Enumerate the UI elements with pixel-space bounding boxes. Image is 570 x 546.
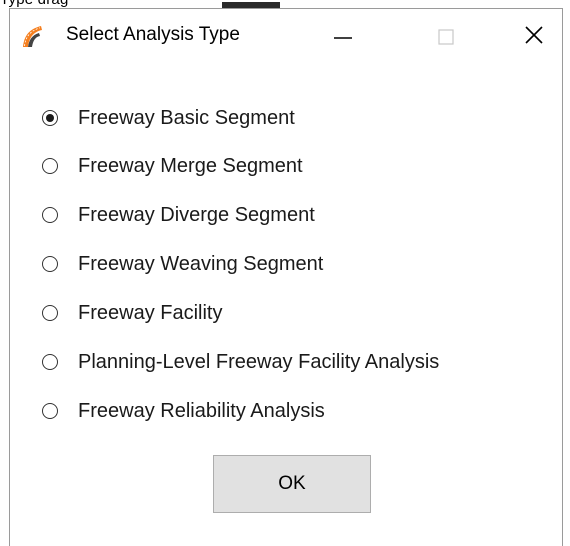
maximize-icon (438, 29, 454, 45)
minimize-button[interactable] (312, 9, 374, 63)
radio-button[interactable] (42, 403, 58, 419)
option-label[interactable]: Freeway Weaving Segment (78, 249, 323, 279)
option-freeway-facility[interactable]: Freeway Facility (42, 298, 222, 328)
dialog-window: Select Analysis Type Freeway Basic Segme… (9, 8, 563, 546)
option-label[interactable]: Freeway Facility (78, 298, 222, 328)
option-planning-level-freeway-facility-analysis[interactable]: Planning-Level Freeway Facility Analysis (42, 347, 439, 377)
radio-button[interactable] (42, 158, 58, 174)
ok-button[interactable]: OK (213, 455, 371, 513)
background-text-left: Type drag (0, 0, 69, 8)
radio-button[interactable] (42, 256, 58, 272)
close-button[interactable] (503, 9, 565, 63)
radio-button[interactable] (42, 110, 58, 126)
freeway-ramp-icon (23, 26, 42, 47)
option-freeway-diverge-segment[interactable]: Freeway Diverge Segment (42, 200, 315, 230)
option-freeway-weaving-segment[interactable]: Freeway Weaving Segment (42, 249, 323, 279)
background-partial-text: Type drag (0, 0, 69, 8)
radio-button[interactable] (42, 354, 58, 370)
screen: Type drag Select Analysis Type (0, 0, 570, 546)
title-bar[interactable]: Select Analysis Type (10, 9, 562, 63)
minimize-icon (334, 37, 352, 39)
option-freeway-reliability-analysis[interactable]: Freeway Reliability Analysis (42, 396, 325, 426)
radio-button[interactable] (42, 207, 58, 223)
window-title: Select Analysis Type (66, 24, 240, 45)
option-label[interactable]: Freeway Merge Segment (78, 151, 303, 181)
option-label[interactable]: Planning-Level Freeway Facility Analysis (78, 347, 439, 377)
option-freeway-merge-segment[interactable]: Freeway Merge Segment (42, 151, 303, 181)
option-label[interactable]: Freeway Basic Segment (78, 103, 295, 133)
close-icon (525, 26, 543, 44)
option-freeway-basic-segment[interactable]: Freeway Basic Segment (42, 103, 295, 133)
option-label[interactable]: Freeway Reliability Analysis (78, 396, 325, 426)
option-label[interactable]: Freeway Diverge Segment (78, 200, 315, 230)
radio-button[interactable] (42, 305, 58, 321)
dialog-content: Freeway Basic Segment Freeway Merge Segm… (10, 63, 562, 546)
maximize-button[interactable] (415, 9, 477, 63)
